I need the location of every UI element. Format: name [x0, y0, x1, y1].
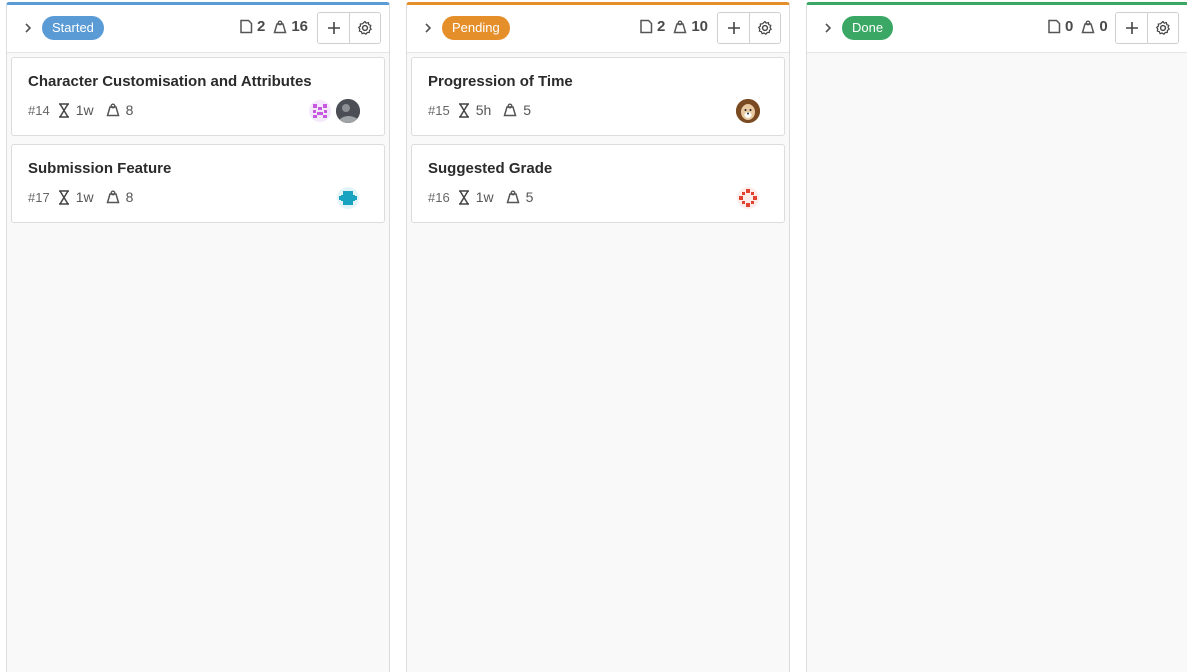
- column-stats: 0 0: [1047, 18, 1112, 35]
- gear-icon: [1156, 20, 1170, 35]
- points-total: 10: [691, 18, 709, 35]
- plus-icon: [1125, 22, 1138, 34]
- story-icon: [1048, 19, 1061, 34]
- weight-icon: [503, 103, 517, 117]
- expand-chevron-icon[interactable]: [819, 19, 837, 37]
- column-actions: [317, 12, 381, 44]
- column-actions: [1115, 12, 1179, 44]
- expand-chevron-icon[interactable]: [19, 19, 37, 37]
- hourglass-icon: [58, 102, 69, 118]
- card-number: #17: [28, 189, 50, 205]
- plus-icon: [327, 22, 340, 34]
- add-card-button[interactable]: [1116, 13, 1147, 43]
- identicon-red-avatar[interactable]: [736, 186, 760, 210]
- card-points: 8: [125, 102, 134, 118]
- hourglass-icon: [458, 189, 469, 205]
- gear-icon: [758, 20, 772, 35]
- story-card[interactable]: Submission Feature #17 1w 8: [11, 144, 385, 223]
- card-estimate: 1w: [75, 102, 94, 118]
- points-total: 0: [1099, 18, 1108, 35]
- gear-icon: [358, 20, 372, 35]
- card-number: #14: [28, 102, 50, 118]
- story-icon: [240, 19, 253, 34]
- status-badge: Pending: [442, 16, 510, 40]
- hourglass-icon: [458, 102, 469, 118]
- card-meta: #14 1w 8: [28, 102, 145, 118]
- card-estimate: 1w: [475, 189, 494, 205]
- weight-icon: [506, 190, 520, 204]
- card-title: Character Customisation and Attributes: [28, 73, 312, 90]
- weight-icon: [673, 20, 687, 33]
- plus-icon: [727, 22, 740, 34]
- card-title: Submission Feature: [28, 160, 172, 177]
- card-title: Progression of Time: [428, 73, 573, 90]
- card-title: Suggested Grade: [428, 160, 553, 177]
- card-estimate: 1w: [75, 189, 94, 205]
- story-card[interactable]: Character Customisation and Attributes #…: [11, 57, 385, 136]
- column-settings-button[interactable]: [1147, 13, 1178, 43]
- column-started: Started 2 16 Character Customisation and…: [6, 2, 390, 672]
- story-card[interactable]: Progression of Time #15 5h 5: [411, 57, 785, 136]
- card-number: #16: [428, 189, 450, 205]
- column-settings-button[interactable]: [349, 13, 380, 43]
- photo-avatar[interactable]: [336, 99, 360, 123]
- card-assignees: [736, 99, 760, 123]
- column-done: Done 0 0: [806, 2, 1187, 672]
- weight-icon: [106, 190, 120, 204]
- weight-icon: [273, 20, 287, 33]
- identicon-purple-avatar[interactable]: [308, 99, 332, 123]
- column-header: Started 2 16: [7, 5, 389, 53]
- story-count: 0: [1065, 18, 1074, 35]
- card-assignees: [736, 186, 760, 210]
- add-card-button[interactable]: [718, 13, 749, 43]
- identicon-teal-avatar[interactable]: [336, 186, 360, 210]
- points-total: 16: [291, 18, 309, 35]
- column-header: Pending 2 10: [407, 5, 789, 53]
- card-meta: #16 1w 5: [428, 189, 545, 205]
- card-meta: #15 5h 5: [428, 102, 543, 118]
- card-points: 5: [523, 102, 532, 118]
- story-icon: [640, 19, 653, 34]
- dog-photo-avatar[interactable]: [736, 99, 760, 123]
- card-number: #15: [428, 102, 450, 118]
- column-settings-button[interactable]: [749, 13, 780, 43]
- expand-chevron-icon[interactable]: [419, 19, 437, 37]
- card-points: 5: [525, 189, 534, 205]
- column-stats: 2 16: [239, 18, 312, 35]
- card-points: 8: [125, 189, 134, 205]
- card-assignees: [336, 186, 360, 210]
- add-card-button[interactable]: [318, 13, 349, 43]
- column-pending: Pending 2 10 Progression of Time #15 5h …: [406, 2, 790, 672]
- story-card[interactable]: Suggested Grade #16 1w 5: [411, 144, 785, 223]
- story-count: 2: [257, 18, 266, 35]
- hourglass-icon: [58, 189, 69, 205]
- status-badge: Done: [842, 16, 894, 40]
- card-meta: #17 1w 8: [28, 189, 145, 205]
- column-stats: 2 10: [639, 18, 712, 35]
- card-estimate: 5h: [475, 102, 492, 118]
- weight-icon: [1081, 20, 1095, 33]
- status-badge: Started: [42, 16, 104, 40]
- column-header: Done 0 0: [807, 5, 1187, 53]
- card-assignees: [308, 99, 360, 123]
- weight-icon: [106, 103, 120, 117]
- story-count: 2: [657, 18, 666, 35]
- column-actions: [717, 12, 781, 44]
